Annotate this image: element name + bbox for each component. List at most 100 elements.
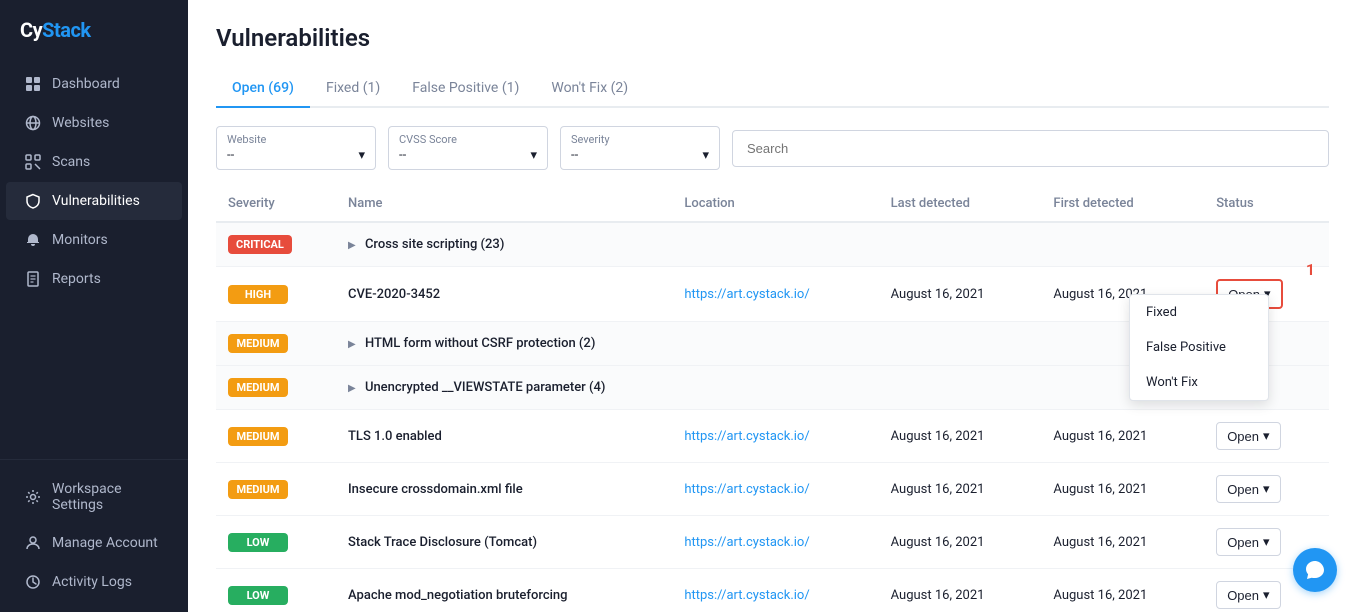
scan-icon — [24, 153, 42, 171]
vuln-name[interactable]: Insecure crossdomain.xml file — [348, 482, 523, 497]
row-name: ▶ Cross site scripting (23) — [336, 222, 1329, 267]
severity-badge: CRITICAL — [228, 235, 292, 254]
vuln-name[interactable]: Apache mod_negotiation bruteforcing — [348, 588, 568, 603]
vuln-name[interactable]: TLS 1.0 enabled — [348, 429, 442, 444]
col-name: Name — [336, 186, 672, 222]
tabs: Open (69) Fixed (1) False Positive (1) W… — [216, 70, 1329, 108]
website-filter-label: Website — [227, 133, 365, 146]
file-icon — [24, 270, 42, 288]
row-location: https://art.cystack.io/ — [672, 410, 878, 463]
table-row: LOW Apache mod_negotiation bruteforcing … — [216, 569, 1329, 612]
row-last-detected: August 16, 2021 — [879, 463, 1042, 516]
col-status: Status — [1204, 186, 1329, 222]
sidebar-item-workspace-settings[interactable]: Workspace Settings — [6, 471, 182, 523]
table-header: Severity Name Location Last detected Fir… — [216, 186, 1329, 222]
col-first-detected: First detected — [1041, 186, 1204, 222]
logo: CyStack — [0, 0, 188, 60]
website-filter[interactable]: Website -- ▾ — [216, 126, 376, 170]
vuln-name[interactable]: CVE-2020-3452 — [348, 287, 440, 302]
sidebar-item-vulnerabilities[interactable]: Vulnerabilities — [6, 182, 182, 220]
dropdown-item-fixed[interactable]: Fixed — [1130, 295, 1268, 330]
vuln-name[interactable]: HTML form without CSRF protection (2) — [365, 336, 595, 351]
shield-icon — [24, 192, 42, 210]
user-icon — [24, 534, 42, 552]
vuln-name[interactable]: Stack Trace Disclosure (Tomcat) — [348, 535, 537, 550]
vuln-location-link[interactable]: https://art.cystack.io/ — [684, 588, 809, 603]
filters: Website -- ▾ CVSS Score -- ▾ Severity --… — [216, 126, 1329, 170]
sidebar: CyStack Dashboard Websites — [0, 0, 188, 612]
status-dropdown-menu: Fixed False Positive Won't Fix — [1129, 294, 1269, 401]
sidebar-item-scans[interactable]: Scans — [6, 143, 182, 181]
tab-false-positive[interactable]: False Positive (1) — [396, 70, 535, 108]
sidebar-item-dashboard[interactable]: Dashboard — [6, 65, 182, 103]
page-title: Vulnerabilities — [216, 24, 1329, 52]
status-button[interactable]: Open ▾ — [1216, 528, 1280, 556]
row-first-detected: August 16, 2021 — [1041, 410, 1204, 463]
tab-wont-fix[interactable]: Won't Fix (2) — [535, 70, 644, 108]
status-chevron-icon: ▾ — [1263, 428, 1270, 444]
vuln-name[interactable]: Cross site scripting (23) — [365, 237, 504, 252]
row-severity: LOW — [216, 516, 336, 569]
main-content: Vulnerabilities Open (69) Fixed (1) Fals… — [188, 0, 1357, 612]
row-location: https://art.cystack.io/ — [672, 516, 878, 569]
sidebar-bottom: Workspace Settings Manage Account Activi… — [0, 459, 188, 612]
row-severity: MEDIUM — [216, 463, 336, 516]
sidebar-item-activity-logs[interactable]: Activity Logs — [6, 563, 182, 601]
tab-open[interactable]: Open (69) — [216, 70, 310, 108]
sidebar-item-websites[interactable]: Websites — [6, 104, 182, 142]
severity-badge: LOW — [228, 586, 288, 605]
vuln-location-link[interactable]: https://art.cystack.io/ — [684, 482, 809, 497]
status-button[interactable]: Open ▾ — [1216, 475, 1280, 503]
activity-logs-label: Activity Logs — [52, 574, 132, 590]
dropdown-item-wont-fix[interactable]: Won't Fix — [1130, 365, 1268, 400]
row-name: TLS 1.0 enabled — [336, 410, 672, 463]
table-row: LOW Stack Trace Disclosure (Tomcat) http… — [216, 516, 1329, 569]
row-last-detected: August 16, 2021 — [879, 410, 1042, 463]
col-location: Location — [672, 186, 878, 222]
row-status: Open ▾ — [1204, 410, 1329, 463]
col-severity: Severity — [216, 186, 336, 222]
row-severity: HIGH — [216, 267, 336, 322]
row-severity: CRITICAL — [216, 222, 336, 267]
chevron-icon: ▶ — [348, 339, 356, 350]
cvss-filter-label: CVSS Score — [399, 133, 537, 146]
vuln-location-link[interactable]: https://art.cystack.io/ — [684, 287, 809, 302]
row-severity: MEDIUM — [216, 366, 336, 410]
cvss-chevron-icon: ▾ — [530, 148, 537, 163]
workspace-settings-label: Workspace Settings — [52, 481, 164, 513]
sidebar-item-manage-account[interactable]: Manage Account — [6, 524, 182, 562]
chevron-icon: ▶ — [348, 240, 356, 251]
severity-filter[interactable]: Severity -- ▾ — [560, 126, 720, 170]
vuln-location-link[interactable]: https://art.cystack.io/ — [684, 429, 809, 444]
sidebar-label-websites: Websites — [52, 115, 109, 131]
settings-icon — [24, 488, 42, 506]
cvss-filter[interactable]: CVSS Score -- ▾ — [388, 126, 548, 170]
website-chevron-icon: ▾ — [358, 148, 365, 163]
row-name: Insecure crossdomain.xml file — [336, 463, 672, 516]
chat-button[interactable] — [1293, 548, 1337, 592]
sidebar-label-reports: Reports — [52, 271, 101, 287]
table-row: CRITICAL ▶ Cross site scripting (23) — [216, 222, 1329, 267]
step-1: 1 — [1306, 260, 1315, 279]
row-location: https://art.cystack.io/ — [672, 463, 878, 516]
sidebar-label-vulnerabilities: Vulnerabilities — [52, 193, 140, 209]
table-row: MEDIUM Insecure crossdomain.xml file htt… — [216, 463, 1329, 516]
row-status: Open ▾ — [1204, 463, 1329, 516]
table-row: MEDIUM TLS 1.0 enabled https://art.cysta… — [216, 410, 1329, 463]
severity-badge: LOW — [228, 533, 288, 552]
status-button[interactable]: Open ▾ — [1216, 422, 1280, 450]
sidebar-label-dashboard: Dashboard — [52, 76, 120, 92]
status-button[interactable]: Open ▾ — [1216, 581, 1280, 609]
sidebar-item-reports[interactable]: Reports — [6, 260, 182, 298]
row-first-detected: August 16, 2021 — [1041, 516, 1204, 569]
sidebar-item-monitors[interactable]: Monitors — [6, 221, 182, 259]
dropdown-item-false-positive[interactable]: False Positive — [1130, 330, 1268, 365]
row-first-detected: August 16, 2021 — [1041, 463, 1204, 516]
search-input[interactable] — [732, 130, 1329, 167]
vuln-location-link[interactable]: https://art.cystack.io/ — [684, 535, 809, 550]
globe-icon — [24, 114, 42, 132]
row-name: Apache mod_negotiation bruteforcing — [336, 569, 672, 612]
severity-badge: MEDIUM — [228, 480, 288, 499]
tab-fixed[interactable]: Fixed (1) — [310, 70, 396, 108]
vuln-name[interactable]: Unencrypted __VIEWSTATE parameter (4) — [365, 380, 606, 395]
